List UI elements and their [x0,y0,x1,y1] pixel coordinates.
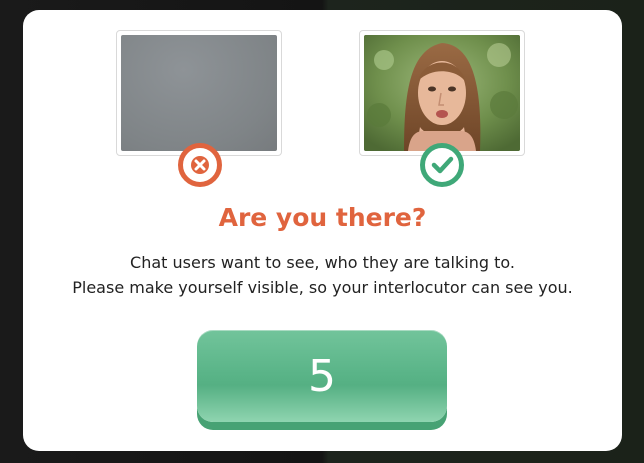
partner-camera-feed [364,35,520,151]
x-icon [178,143,222,187]
dialog-title: Are you there? [218,203,427,232]
self-camera-preview [116,30,282,156]
countdown-button[interactable]: 5 [197,330,447,422]
dialog-message-line2: Please make yourself visible, so your in… [72,278,573,297]
dialog-message-line1: Chat users want to see, who they are tal… [130,253,515,272]
self-camera-feed [121,35,277,151]
partner-camera-preview [359,30,525,156]
check-icon [420,143,464,187]
visibility-dialog: Are you there? Chat users want to see, w… [23,10,622,451]
